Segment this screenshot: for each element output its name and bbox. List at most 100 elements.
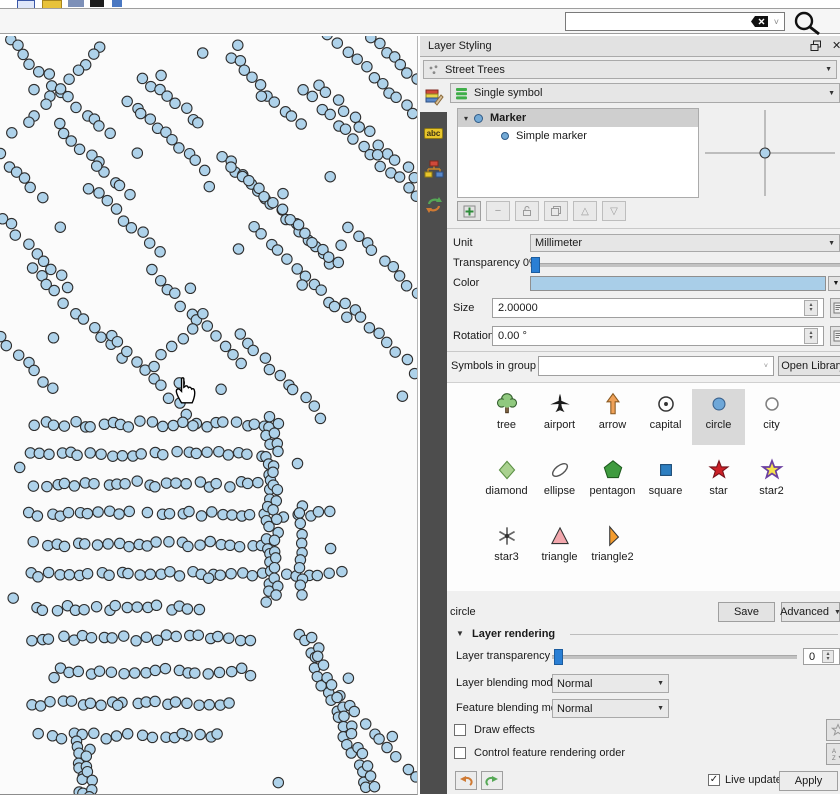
tree-point — [170, 98, 180, 108]
clear-icon[interactable] — [751, 16, 768, 27]
chevron-down-icon[interactable]: ˅ — [774, 17, 779, 27]
effects-options-button[interactable] — [826, 719, 840, 741]
symbol-cell-square[interactable]: square — [639, 455, 692, 511]
symbol-cell-pentagon[interactable]: pentagon — [586, 455, 639, 511]
tree-point — [119, 669, 129, 679]
layer-transparency-spinbox[interactable]: 0 ▴▾ — [803, 648, 840, 665]
size-label: Size — [453, 298, 474, 318]
symbol-cell-tree[interactable]: tree — [480, 389, 533, 445]
layer-transparency-spin[interactable]: ▴▾ — [822, 650, 834, 663]
tree-point — [34, 448, 44, 458]
symbol-cell-diamond[interactable]: diamond — [480, 455, 533, 511]
unit-combobox[interactable]: Millimeter ▼ — [530, 234, 840, 252]
tree-point — [64, 74, 74, 84]
tab-history[interactable] — [420, 190, 447, 220]
rotation-data-defined-button[interactable] — [830, 326, 840, 346]
tree-point — [136, 449, 146, 459]
expander-icon[interactable]: ▾ — [464, 114, 468, 123]
control-order-checkbox[interactable] — [454, 747, 466, 759]
tree-point — [66, 696, 76, 706]
transparency-slider-handle[interactable] — [531, 257, 540, 273]
move-down-button[interactable]: ▽ — [602, 201, 626, 221]
symbols-group-combobox[interactable]: ˅ — [538, 356, 774, 376]
tree-point — [55, 222, 65, 232]
tab-labels[interactable]: abc — [420, 118, 447, 148]
symbol-cell-star2[interactable]: star2 — [745, 455, 798, 511]
size-spin-buttons[interactable]: ▴▾ — [804, 300, 818, 316]
feature-blending-combobox[interactable]: Normal ▼ — [552, 699, 669, 718]
symbol-cell-airport[interactable]: airport — [533, 389, 586, 445]
tree-point — [6, 218, 16, 228]
layer-selector[interactable]: Street Trees ▼ — [423, 60, 837, 79]
symbol-cell-arrow[interactable]: arrow — [586, 389, 639, 445]
redo-button[interactable] — [481, 771, 503, 790]
undo-button[interactable] — [455, 771, 477, 790]
tree-point — [409, 173, 417, 183]
tree-point — [244, 175, 254, 185]
symbol-cell-city[interactable]: city — [745, 389, 798, 445]
panel-title: Layer Styling — [428, 36, 492, 56]
lock-color-button[interactable] — [515, 201, 539, 221]
tree-point — [122, 96, 132, 106]
tree-point — [373, 140, 383, 150]
tree-point — [223, 450, 233, 460]
tree-point — [282, 254, 292, 264]
layer-transparency-slider[interactable] — [552, 649, 797, 665]
layer-transparency-handle[interactable] — [554, 649, 563, 665]
layer-rendering-collapse-icon[interactable]: ▼ — [456, 629, 464, 638]
tree-point — [207, 507, 217, 517]
layer-blending-combobox[interactable]: Normal ▼ — [552, 674, 669, 693]
clipped-icon — [112, 0, 122, 7]
renderer-selector[interactable]: Single symbol ▼ — [450, 83, 840, 103]
tree-point — [46, 264, 56, 274]
layer-blending-value: Normal — [557, 678, 592, 690]
tree-row-marker[interactable]: ▾ Marker — [458, 109, 698, 127]
search-combobox[interactable]: ˅ — [565, 12, 785, 31]
tree-point — [388, 262, 398, 272]
transparency-slider[interactable] — [530, 257, 840, 273]
rotation-spin-buttons[interactable]: ▴▾ — [804, 328, 818, 344]
symbol-cell-capital[interactable]: capital — [639, 389, 692, 445]
tree-point — [361, 719, 371, 729]
pentagon-symbol-icon — [586, 455, 639, 485]
open-library-button[interactable]: Open Library — [778, 356, 840, 376]
draw-effects-checkbox[interactable] — [454, 724, 466, 736]
search-icon[interactable] — [789, 10, 827, 39]
tree-point — [348, 134, 358, 144]
tree-point — [268, 198, 278, 208]
close-panel-icon[interactable]: ✕ — [832, 39, 840, 52]
tab-diagrams[interactable] — [420, 154, 447, 184]
symbol-cell-circle[interactable]: circle — [692, 389, 745, 445]
rotation-spinbox[interactable]: 0.00 ° ▴▾ — [492, 326, 824, 346]
apply-button[interactable]: Apply — [779, 771, 838, 791]
tree-point — [145, 569, 155, 579]
symbol-cell-triangle2[interactable]: triangle2 — [586, 521, 639, 577]
symbol-label: star3 — [480, 551, 533, 563]
move-up-button[interactable]: △ — [573, 201, 597, 221]
sort-order-button[interactable]: AZ — [826, 743, 840, 765]
tree-point — [135, 570, 145, 580]
add-symbol-layer-button[interactable] — [457, 201, 481, 221]
color-dropdown-button[interactable]: ▼ — [828, 276, 840, 291]
tree-point — [234, 542, 244, 552]
map-canvas[interactable] — [0, 36, 418, 795]
advanced-button[interactable]: Advanced ▼ — [781, 602, 840, 622]
size-spinbox[interactable]: 2.00000 ▴▾ — [492, 298, 824, 318]
symbol-cell-star3[interactable]: star3 — [480, 521, 533, 577]
save-button[interactable]: Save — [718, 602, 775, 622]
tree-point — [225, 482, 235, 492]
tree-row-simple-marker[interactable]: Simple marker — [458, 127, 698, 145]
tab-symbology[interactable] — [420, 82, 447, 112]
symbol-cell-triangle[interactable]: triangle — [533, 521, 586, 577]
symbol-cell-ellipse[interactable]: ellipse — [533, 455, 586, 511]
chevron-down-icon: ˅ — [764, 363, 768, 370]
duplicate-layer-button[interactable] — [544, 201, 568, 221]
color-swatch[interactable] — [530, 276, 826, 291]
size-data-defined-button[interactable] — [830, 298, 840, 318]
live-update-checkbox[interactable]: ✓ — [708, 774, 720, 786]
remove-symbol-layer-button[interactable]: − — [486, 201, 510, 221]
symbol-cell-star[interactable]: star — [692, 455, 745, 511]
tree-point — [141, 632, 151, 642]
tree-point — [90, 323, 100, 333]
float-panel-icon[interactable] — [810, 40, 822, 55]
